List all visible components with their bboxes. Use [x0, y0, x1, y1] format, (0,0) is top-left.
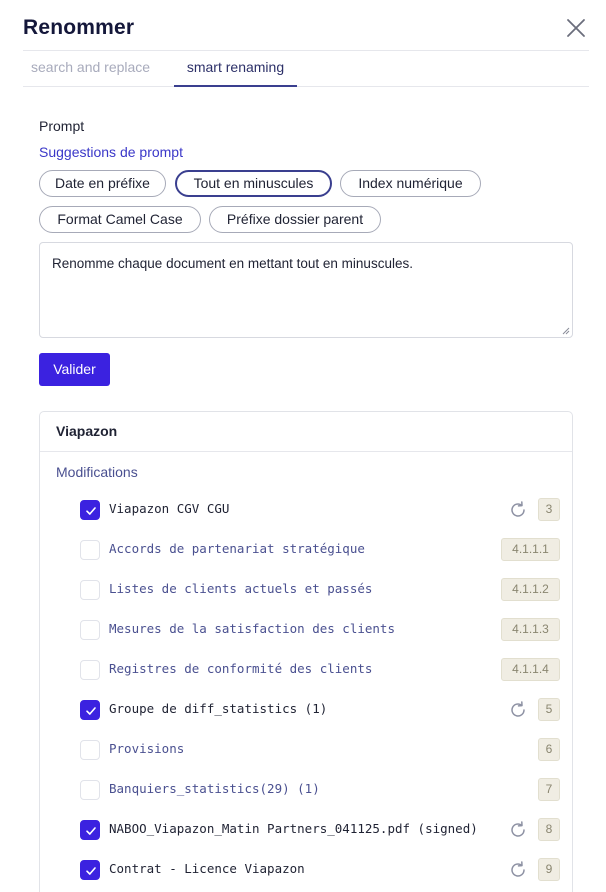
list-item: Banquiers_statistics(29) (1) 7 [40, 770, 572, 810]
list-item: Registres de conformité des clients 4.1.1… [40, 650, 572, 690]
item-checkbox[interactable] [80, 580, 100, 600]
panel-header: Viapazon [40, 412, 572, 452]
item-name: Contrat - Licence Viapazon [109, 861, 305, 876]
resize-grip-icon[interactable] [562, 327, 570, 335]
item-checkbox[interactable] [80, 780, 100, 800]
suggestion-chip-lowercase[interactable]: Tout en minuscules [175, 170, 332, 197]
prompt-label: Prompt [39, 118, 85, 134]
index-badge: 6 [538, 738, 560, 761]
index-badge: 7 [538, 778, 560, 801]
item-checkbox[interactable] [80, 740, 100, 760]
list-item: Groupe de diff_statistics (1) 5 [40, 690, 572, 730]
check-icon [86, 867, 96, 875]
index-badge: 9 [538, 858, 560, 881]
check-icon [86, 707, 96, 715]
prompt-textarea[interactable]: Renomme chaque document en mettant tout … [39, 242, 573, 338]
group-title: Viapazon [56, 423, 118, 439]
prompt-text: Renomme chaque document en mettant tout … [52, 256, 413, 271]
list-item: Viapazon CGV CGU 3 [40, 490, 572, 530]
item-checkbox[interactable] [80, 700, 100, 720]
dialog-header: Renommer [23, 14, 589, 50]
refresh-icon[interactable] [508, 700, 528, 720]
item-checkbox[interactable] [80, 540, 100, 560]
item-checkbox[interactable] [80, 500, 100, 520]
suggestion-chip-parent-folder[interactable]: Préfixe dossier parent [209, 206, 381, 233]
suggestion-chip-camel-case[interactable]: Format Camel Case [39, 206, 201, 233]
tab-bar: search and replace smart renaming [23, 51, 589, 87]
results-panel: Viapazon Modifications Viapazon CGV CGU 3… [39, 411, 573, 892]
check-icon [86, 507, 96, 515]
index-badge: 4.1.1.4 [501, 658, 560, 681]
list-item: Provisions 6 [40, 730, 572, 770]
index-badge: 4.1.1.2 [501, 578, 560, 601]
item-name: Banquiers_statistics(29) (1) [109, 781, 320, 796]
item-name: NABOO_Viapazon_Matin Partners_041125.pdf… [109, 821, 478, 836]
list-item: Accords de partenariat stratégique 4.1.1.… [40, 530, 572, 570]
check-icon [86, 827, 96, 835]
list-item: NABOO_Viapazon_Matin Partners_041125.pdf… [40, 810, 572, 850]
index-badge: 5 [538, 698, 560, 721]
item-name: Groupe de diff_statistics (1) [109, 701, 328, 716]
index-badge: 4.1.1.3 [501, 618, 560, 641]
list-item: Contrat - Licence Viapazon 9 [40, 850, 572, 890]
item-checkbox[interactable] [80, 860, 100, 880]
index-badge: 3 [538, 498, 560, 521]
item-checkbox[interactable] [80, 620, 100, 640]
tab-smart-renaming[interactable]: smart renaming [174, 51, 297, 87]
item-name: Accords de partenariat stratégique [109, 541, 365, 556]
validate-button[interactable]: Valider [39, 353, 110, 386]
index-badge: 8 [538, 818, 560, 841]
item-name: Provisions [109, 741, 185, 756]
item-checkbox[interactable] [80, 660, 100, 680]
index-badge: 4.1.1.1 [501, 538, 560, 561]
refresh-icon[interactable] [508, 820, 528, 840]
tab-search-and-replace[interactable]: search and replace [31, 51, 150, 87]
item-name: Registres de conformité des clients [109, 661, 373, 676]
suggestions-title: Suggestions de prompt [39, 144, 183, 160]
list-item: Mesures de la satisfaction des clients 4.… [40, 610, 572, 650]
suggestion-chip-date-prefix[interactable]: Date en préfixe [39, 170, 166, 197]
refresh-icon[interactable] [508, 500, 528, 520]
modifications-label: Modifications [56, 464, 138, 480]
refresh-icon[interactable] [508, 860, 528, 880]
dialog-title: Renommer [23, 16, 135, 39]
item-name: Viapazon CGV CGU [109, 501, 230, 516]
suggestion-chip-numeric-index[interactable]: Index numérique [340, 170, 481, 197]
close-icon[interactable] [565, 17, 587, 39]
list-item: Listes de clients actuels et passés 4.1.1… [40, 570, 572, 610]
item-name: Mesures de la satisfaction des clients [109, 621, 395, 636]
item-checkbox[interactable] [80, 820, 100, 840]
item-name: Listes de clients actuels et passés [109, 581, 373, 596]
